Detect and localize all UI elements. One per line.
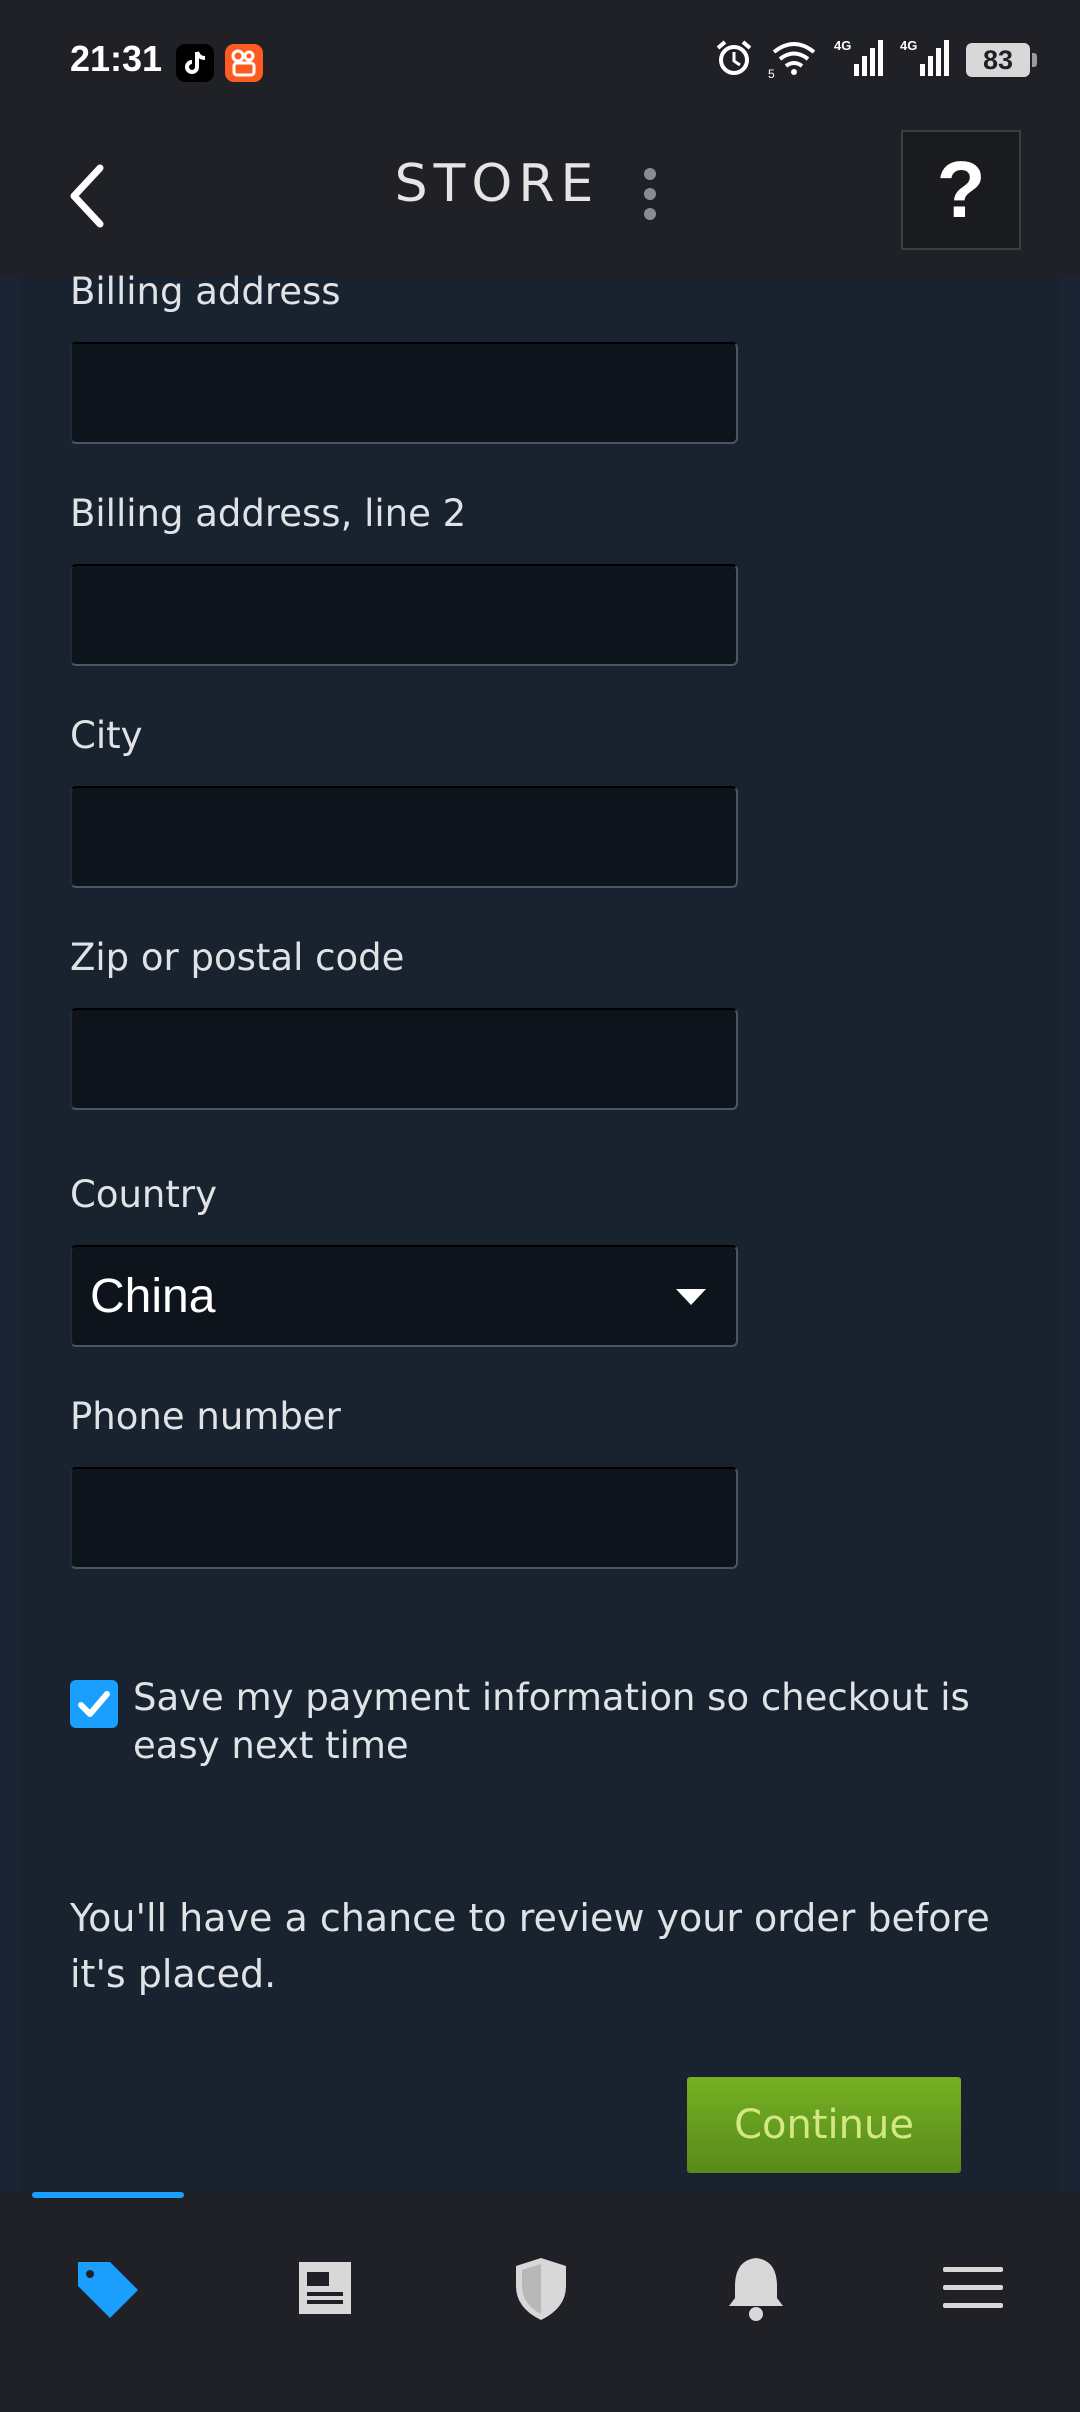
signal-4g-icon: 4G (834, 38, 886, 82)
phone-label: Phone number (70, 1395, 341, 1438)
city-label: City (70, 714, 143, 757)
billing-address-2-label: Billing address, line 2 (70, 492, 467, 535)
nav-notifications[interactable] (701, 2232, 811, 2342)
nav-news[interactable] (269, 2232, 379, 2342)
country-select[interactable]: China (70, 1245, 738, 1347)
status-bar: 21:31 5 4G 4G 83 (0, 0, 1080, 126)
battery-icon: 83 (966, 43, 1037, 77)
phone-field[interactable] (70, 1467, 738, 1569)
status-icons: 5 4G 4G 83 (714, 38, 1037, 82)
news-icon (299, 2262, 351, 2314)
wifi-badge: 5 (768, 67, 775, 78)
network-label: 4G (834, 38, 851, 53)
country-selected-value: China (90, 1270, 216, 1323)
alarm-icon (714, 38, 754, 82)
continue-button[interactable]: Continue (687, 2077, 961, 2173)
billing-address-label: Billing address (70, 270, 341, 313)
nav-menu[interactable] (917, 2232, 1027, 2342)
save-payment-label[interactable]: Save my payment information so checkout … (133, 1674, 993, 1770)
help-button[interactable]: ? (901, 130, 1021, 250)
kuaishou-icon (225, 44, 263, 82)
nav-store[interactable] (52, 2232, 162, 2342)
notifications-bell-icon (729, 2258, 783, 2321)
app-header: STORE ? (0, 126, 1080, 276)
billing-address-field[interactable] (70, 342, 738, 444)
guard-shield-icon (516, 2258, 566, 2320)
nav-guard[interactable] (486, 2232, 596, 2342)
save-payment-checkbox[interactable] (70, 1680, 118, 1728)
signal-4g-icon: 4G (900, 38, 952, 82)
wifi-icon: 5 (768, 38, 820, 82)
dropdown-arrow-icon (676, 1289, 706, 1305)
store-tag-icon (78, 2262, 138, 2318)
country-label: Country (70, 1173, 217, 1216)
billing-address-2-field[interactable] (70, 564, 738, 666)
more-options-icon[interactable] (640, 164, 660, 224)
bottom-navigation (0, 2192, 1080, 2412)
tiktok-icon (176, 44, 214, 82)
checkmark-icon (78, 1691, 110, 1717)
zip-field[interactable] (70, 1008, 738, 1110)
store-page: 21:31 5 4G 4G 83 STORE ? Billing address… (0, 0, 1080, 2412)
active-tab-indicator (32, 2192, 184, 2198)
network-label: 4G (900, 38, 917, 53)
page-title: STORE (394, 154, 600, 214)
city-field[interactable] (70, 786, 738, 888)
review-note: You'll have a chance to review your orde… (70, 1896, 990, 1996)
status-time: 21:31 (70, 38, 163, 79)
zip-label: Zip or postal code (70, 936, 405, 979)
menu-icon (943, 2267, 1003, 2308)
